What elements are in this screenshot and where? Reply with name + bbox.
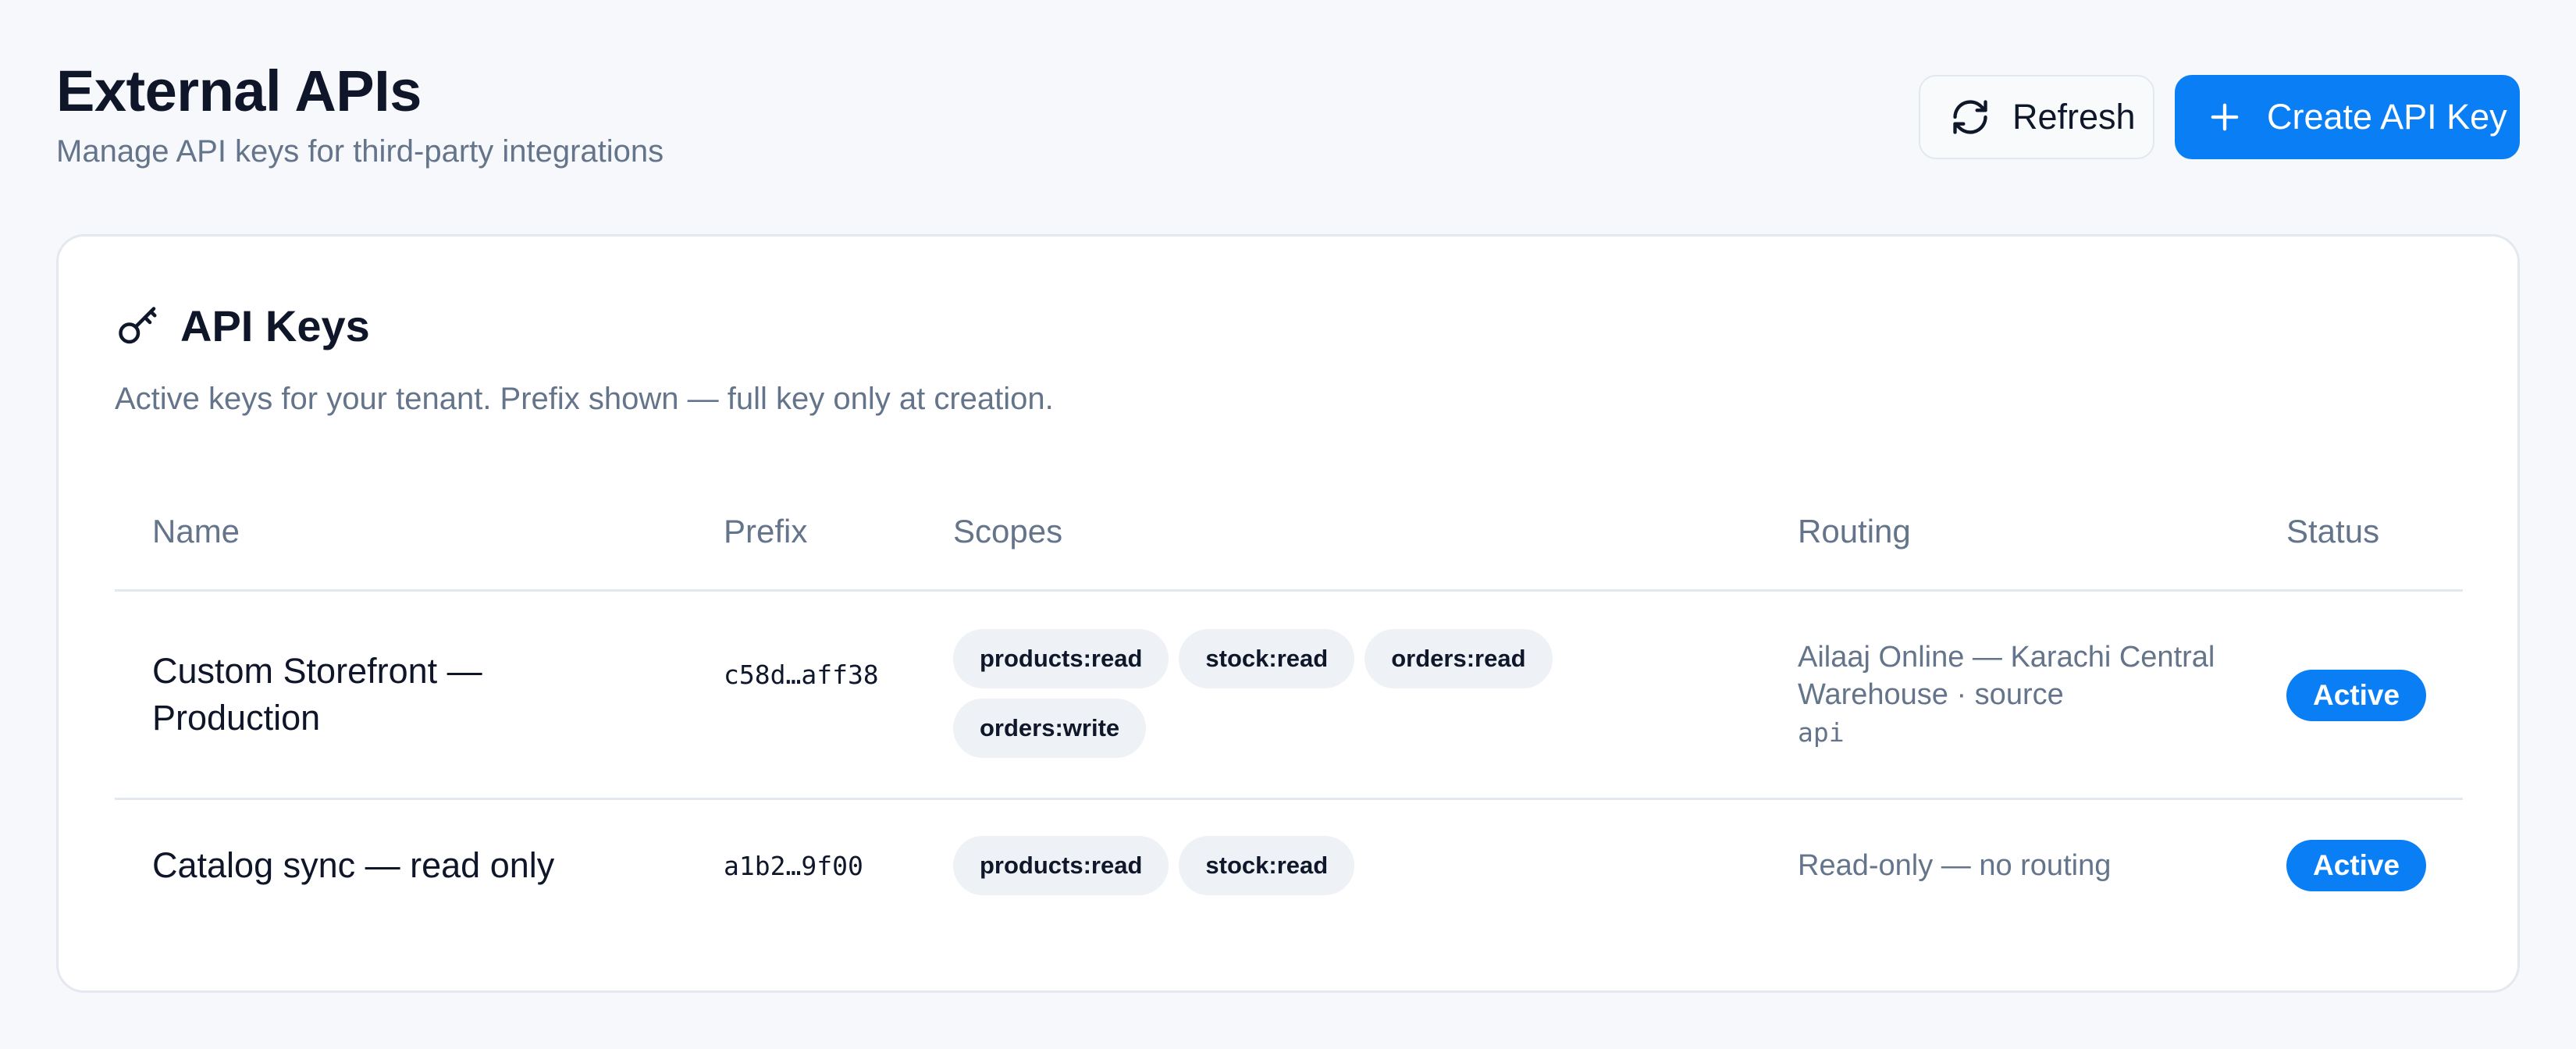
status-badge: Active <box>2286 670 2427 721</box>
routing-source: api <box>1798 717 1845 748</box>
table-row[interactable]: Catalog sync — read only a1b2…9f00 produ… <box>115 800 2463 990</box>
status-cell: Active <box>2286 670 2427 721</box>
routing-text: Read-only — no routing <box>1798 849 2112 882</box>
create-api-key-label: Create API Key <box>2267 97 2507 137</box>
key-name: Custom Storefront — Production <box>152 651 482 738</box>
routing-info: Read-only — no routing <box>1798 847 2235 884</box>
scope-chip: orders:write <box>953 699 1147 758</box>
card-title: API Keys <box>180 301 370 350</box>
scope-chip: products:read <box>953 629 1169 688</box>
create-api-key-button[interactable]: Create API Key <box>2175 75 2520 159</box>
key-prefix: a1b2…9f00 <box>724 851 863 881</box>
key-icon <box>115 303 162 350</box>
card-description: Active keys for your tenant. Prefix show… <box>115 382 1054 416</box>
routing-info: Ailaaj Online — Karachi Central Warehous… <box>1798 638 2235 752</box>
key-name: Catalog sync — read only <box>152 845 555 885</box>
plus-icon <box>2204 97 2245 137</box>
column-header-prefix[interactable]: Prefix <box>724 511 807 552</box>
card-header: API Keys <box>115 299 370 354</box>
scope-chip: products:read <box>953 836 1169 895</box>
table-row[interactable]: Custom Storefront — Production c58d…aff3… <box>115 592 2463 800</box>
table-header: Name Prefix Scopes Routing Status <box>115 471 2463 592</box>
scope-list: products:read stock:read <box>953 836 1734 895</box>
page-title: External APIs <box>56 59 422 123</box>
header-actions: Refresh Create API Key <box>1919 75 2520 159</box>
refresh-icon <box>1950 97 1991 137</box>
column-header-name[interactable]: Name <box>152 511 240 552</box>
refresh-label: Refresh <box>2012 97 2136 137</box>
page-subtitle: Manage API keys for third-party integrat… <box>56 134 664 169</box>
status-cell: Active <box>2286 840 2427 891</box>
page-header: External APIs Manage API keys for third-… <box>56 55 664 172</box>
key-prefix: c58d…aff38 <box>724 660 879 690</box>
api-keys-table: Name Prefix Scopes Routing Status Custom… <box>115 471 2463 990</box>
scope-list: products:read stock:read orders:read ord… <box>953 629 1734 758</box>
refresh-button[interactable]: Refresh <box>1919 75 2154 159</box>
column-header-routing[interactable]: Routing <box>1798 511 1911 552</box>
status-badge: Active <box>2286 840 2427 891</box>
routing-text: Ailaaj Online — Karachi Central Warehous… <box>1798 641 2215 711</box>
scope-chip: stock:read <box>1179 836 1355 895</box>
scope-chip: orders:read <box>1364 629 1553 688</box>
scope-chip: stock:read <box>1179 629 1355 688</box>
api-keys-card: API Keys Active keys for your tenant. Pr… <box>56 234 2520 993</box>
column-header-status[interactable]: Status <box>2286 511 2379 552</box>
column-header-scopes[interactable]: Scopes <box>953 511 1062 552</box>
